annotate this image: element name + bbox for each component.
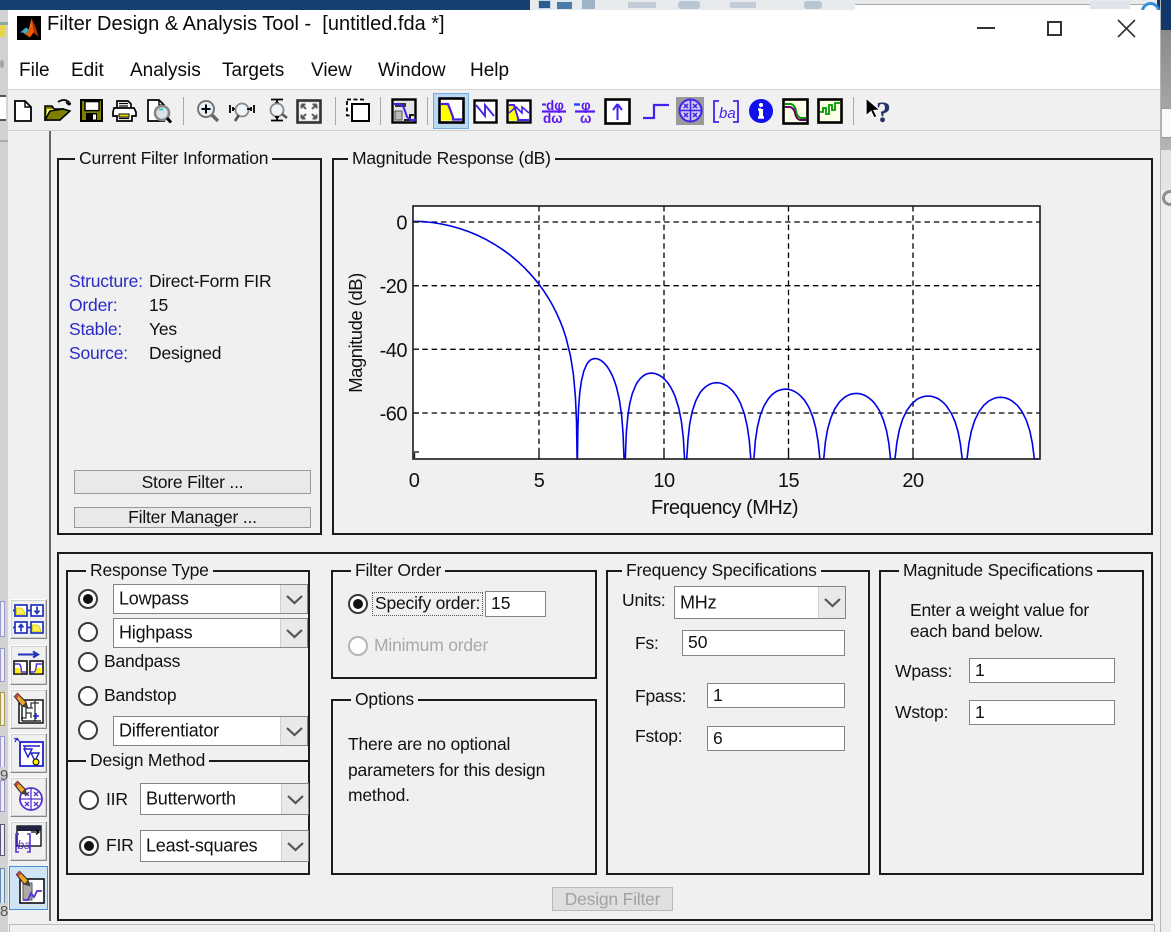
svg-text:ba: ba	[18, 838, 32, 852]
svg-text:-40: -40	[380, 340, 408, 362]
svg-text:Magnitude (dB): Magnitude (dB)	[346, 273, 366, 393]
svg-text:dω: dω	[543, 111, 563, 124]
svg-text:5: 5	[534, 470, 545, 492]
svg-text:10: 10	[653, 470, 675, 492]
svg-text:ba: ba	[719, 105, 736, 122]
svg-text:ω: ω	[580, 111, 591, 124]
svg-text:-60: -60	[380, 404, 408, 426]
svg-text:20: 20	[902, 470, 924, 492]
svg-text:?: ?	[876, 96, 891, 126]
svg-text:Frequency (MHz): Frequency (MHz)	[651, 497, 798, 519]
svg-text:-20: -20	[380, 276, 408, 298]
svg-text:15: 15	[778, 470, 800, 492]
svg-text:0: 0	[396, 213, 407, 235]
svg-text:0: 0	[409, 470, 420, 492]
